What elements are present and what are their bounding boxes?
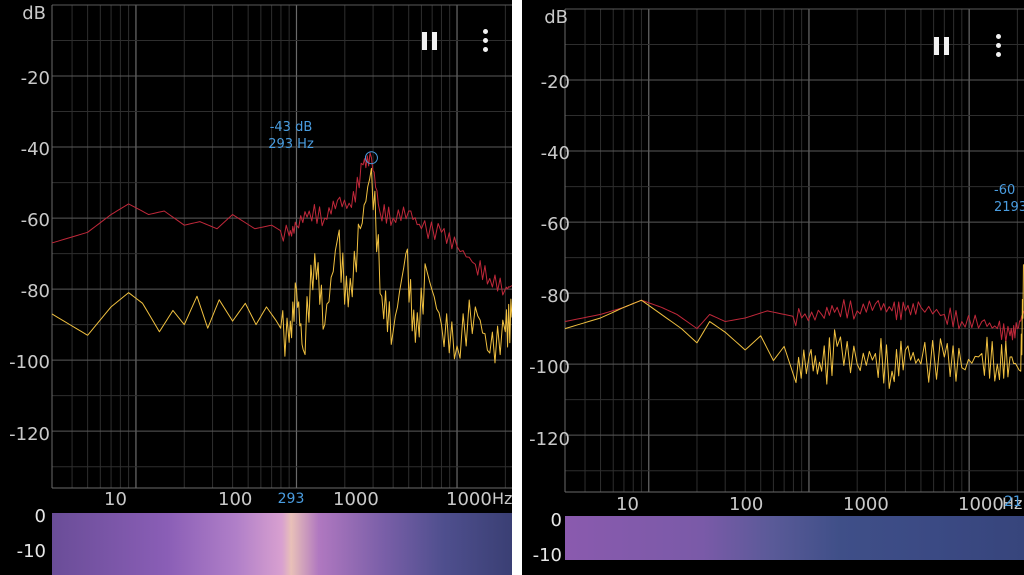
peak-hold-trace	[564, 299, 1024, 343]
spectrum-plot-left	[51, 4, 512, 489]
spectrogram-strip	[52, 513, 512, 575]
spectrogram-tick-label: 0	[550, 510, 562, 531]
y-tick-label: -20	[540, 72, 570, 93]
cursor-frequency-label: 21	[1004, 494, 1022, 510]
cursor-frequency-label: 293	[277, 491, 305, 507]
pause-button[interactable]	[415, 26, 445, 56]
pause-button[interactable]	[927, 31, 957, 61]
x-tick-label: 10	[104, 489, 127, 510]
x-tick-label: 100	[729, 494, 764, 515]
pause-icon	[934, 37, 939, 55]
y-unit-label: dB	[544, 7, 568, 28]
y-tick-label: -100	[529, 357, 570, 378]
x-tick-label: 10	[616, 494, 639, 515]
x-tick-label: 1000	[333, 489, 379, 510]
y-tick-label: -60	[540, 214, 570, 235]
peak-level-label: -60	[994, 183, 1016, 198]
peak-hold-trace	[51, 152, 512, 296]
y-tick-label: -40	[20, 139, 50, 160]
y-tick-label: -40	[540, 143, 570, 164]
peak-level-label: -43 dB	[269, 120, 313, 135]
more-options-button[interactable]	[983, 31, 1013, 61]
split-divider	[512, 0, 522, 575]
y-tick-label: -120	[9, 424, 50, 445]
x-tick-label: 100	[218, 489, 253, 510]
analyzer-panel-right: dB -20 -40 -60 -80 -100 -120 10 100 1000…	[522, 0, 1024, 575]
y-tick-label: -20	[20, 68, 50, 89]
pause-icon	[422, 32, 427, 50]
spectrogram-strip	[565, 516, 1024, 560]
y-unit-label: dB	[22, 3, 46, 24]
y-tick-label: -120	[529, 429, 570, 450]
x-tick-label: 1000	[958, 494, 1004, 515]
y-tick-label: -100	[9, 352, 50, 373]
live-spectrum-trace	[51, 167, 512, 364]
y-tick-label: -60	[20, 210, 50, 231]
peak-frequency-label: 2193	[994, 200, 1024, 215]
more-vert-icon	[483, 29, 488, 34]
analyzer-panel-left: dB -20 -40 -60 -80 -100 -120 10 100 1000…	[0, 0, 512, 575]
x-unit-label: Hz	[492, 489, 512, 508]
spectrogram-tick-label: -10	[532, 545, 562, 566]
more-options-button[interactable]	[470, 26, 500, 56]
more-vert-icon	[996, 34, 1001, 39]
live-spectrum-trace	[564, 264, 1024, 389]
peak-frequency-label: 293 Hz	[268, 137, 314, 152]
x-tick-label: 1000	[843, 494, 889, 515]
spectrogram-tick-label: -10	[16, 541, 46, 562]
y-tick-label: -80	[540, 286, 570, 307]
spectrum-plot-right	[564, 8, 1024, 493]
spectrogram-tick-label: 0	[34, 506, 46, 527]
y-tick-label: -80	[20, 281, 50, 302]
x-tick-label: 1000	[446, 489, 492, 510]
